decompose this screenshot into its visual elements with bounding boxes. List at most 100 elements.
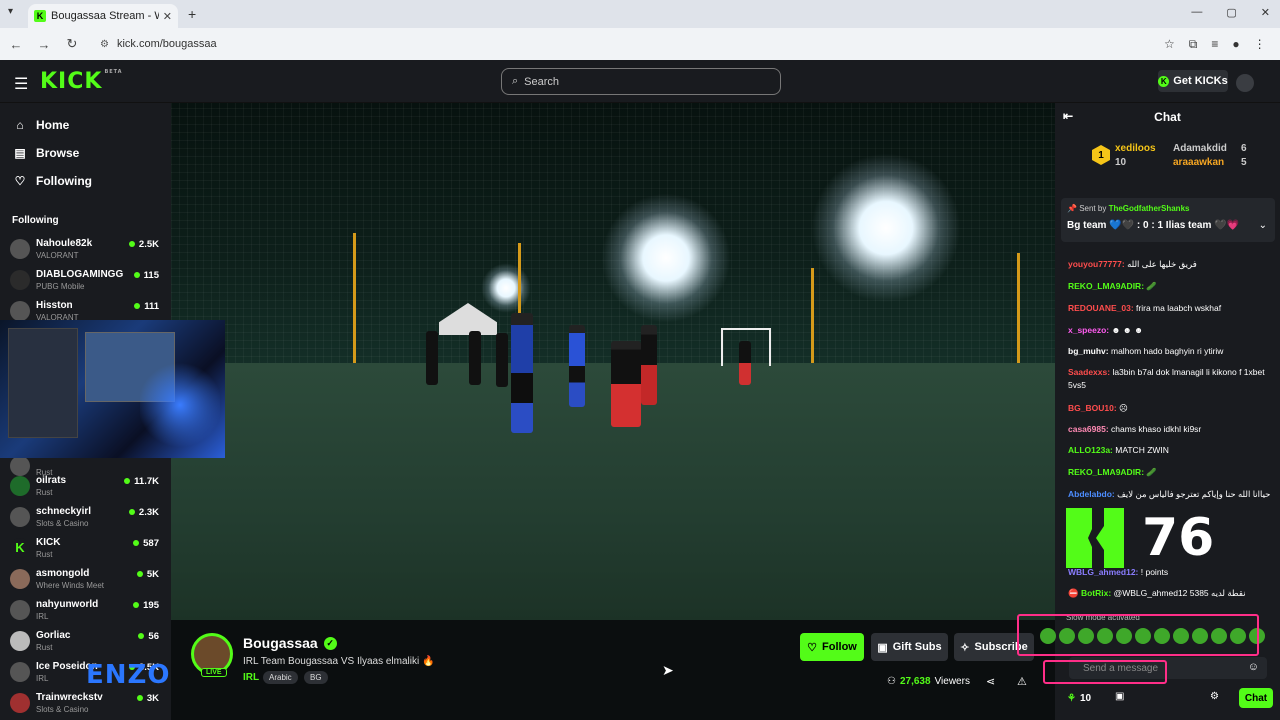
avatar — [10, 662, 30, 682]
forward-icon[interactable]: → — [32, 37, 56, 52]
spectator — [469, 331, 481, 385]
share-icon[interactable]: ⋖ — [986, 675, 995, 688]
followed-channel[interactable]: DIABLOGAMINGG PUBG Mobile 115 — [10, 266, 165, 294]
emote-icon: ☹ — [1119, 403, 1128, 413]
chat-message: REKO_LMA9ADIR: 🥒 — [1068, 281, 1157, 291]
kick-logo-icon: K — [10, 538, 30, 558]
followed-channel[interactable]: Trainwreckstv Slots & Casino 3K — [10, 689, 165, 717]
gift-leaderboard: 1 xediloos 10 Adamakdid 6 araaawkan 5 — [1055, 131, 1280, 189]
pinned-message[interactable]: 📌 Sent by TheGodfatherShanks Bg team 💙🖤 … — [1061, 198, 1275, 242]
profile-icon[interactable]: ● — [1232, 37, 1239, 52]
player — [511, 313, 533, 433]
address-bar[interactable]: ⚙ kick.com/bougassaa — [94, 32, 1154, 56]
kicks-coin-icon: K — [1158, 75, 1170, 87]
sidebar-item-home[interactable]: ⌂ Home — [0, 111, 171, 139]
tab-title: Bougassaa Stream - Watch — [51, 10, 159, 22]
followed-channel[interactable]: K KICK Rust 587 — [10, 534, 165, 562]
followed-channel[interactable]: asmongold Where Winds Meet 5K — [10, 565, 165, 593]
kick-favicon-icon: K — [34, 10, 46, 22]
pinned-text: Bg team 💙🖤 : 0 : 1 Ilias team 🖤💗 — [1067, 220, 1240, 231]
tab-search-icon[interactable]: ▾ — [8, 6, 13, 17]
video-player[interactable] — [171, 103, 1055, 620]
spectator — [496, 333, 508, 387]
stream-tag[interactable]: Arabic — [263, 671, 298, 684]
spectator — [426, 331, 438, 385]
followed-channel[interactable]: oilrats Rust 11.7K — [10, 472, 165, 500]
followed-channel[interactable]: Gorliac Rust 56 — [10, 627, 165, 655]
sidebar-item-following[interactable]: ♡ Following — [0, 167, 171, 195]
following-section-title: Following — [12, 215, 59, 226]
chat-send-button[interactable]: Chat — [1239, 688, 1273, 708]
collapse-chat-icon[interactable]: ⇤ — [1063, 109, 1073, 123]
emote-icon: 🥒 — [1146, 281, 1157, 291]
stream-category[interactable]: IRL — [243, 672, 259, 683]
close-tab-icon[interactable]: ✕ — [163, 10, 172, 23]
kick-logo[interactable]: KICK BETA — [40, 69, 123, 94]
stream-title: IRL Team Bougassaa VS Ilyaas elmaliki 🔥 — [243, 656, 435, 667]
emoji-picker-icon[interactable]: ☺ — [1248, 661, 1259, 673]
chat-message: x_speezo: ☻ ☻ ☻ — [1068, 325, 1144, 335]
site-info-icon[interactable]: ⚙ — [100, 39, 109, 50]
url-text: kick.com/bougassaa — [116, 38, 217, 50]
avatar — [10, 239, 30, 259]
bot-icon: ⛔ — [1068, 588, 1081, 598]
avatar — [10, 507, 30, 527]
chat-message: casa6985: chams khaso idkhl ki9sr — [1068, 424, 1202, 434]
report-icon[interactable]: ⚠ — [1017, 675, 1027, 688]
live-badge: LIVE — [201, 668, 227, 677]
media-controls-icon[interactable]: ≡ — [1211, 37, 1218, 52]
floodlight — [811, 153, 961, 303]
maximize-icon[interactable]: ▢ — [1226, 6, 1236, 19]
streamer-name[interactable]: Bougassaa ✓ — [243, 635, 337, 651]
search-input[interactable]: ⌕ Search — [501, 68, 781, 95]
follow-button[interactable]: ♡ Follow — [800, 633, 864, 661]
star-icon: ✧ — [960, 641, 970, 654]
new-tab-icon[interactable]: + — [188, 6, 196, 22]
chat-message: bg_muhv: malhom hado baghyin ri ytiriw — [1068, 346, 1224, 356]
gift-subs-button[interactable]: ▣ Gift Subs — [871, 633, 948, 661]
followed-channel[interactable]: Nahoule82k VALORANT 2.5K — [10, 235, 165, 263]
sidebar-item-browse[interactable]: ▤ Browse — [0, 139, 171, 167]
pole — [353, 233, 356, 363]
window-controls: — ▢ ✕ — [1191, 6, 1270, 19]
chevron-down-icon[interactable]: ⌄ — [1259, 220, 1267, 231]
followed-channel[interactable]: schneckyirl Slots & Casino 2.3K — [10, 503, 165, 531]
pinned-by: 📌 Sent by TheGodfatherShanks — [1067, 204, 1190, 213]
chat-message: ALLO123a: MATCH ZWIN — [1068, 445, 1169, 455]
gift-icon: ▣ — [877, 641, 888, 654]
avatar — [10, 569, 30, 589]
chat-message: REKO_LMA9ADIR: 🥒 — [1068, 467, 1157, 477]
rgb-glow — [140, 360, 220, 450]
chat-message: ⛔ BotRix: @WBLG_ahmed12 5385 نقطة لديه — [1068, 588, 1246, 598]
settings-gear-icon[interactable]: ⚙ — [1210, 691, 1219, 702]
channel-points[interactable]: ⚘ 10 — [1067, 693, 1091, 704]
viewers-icon: ⚇ — [887, 676, 896, 687]
enzo-overlay-logo: ENZO — [86, 660, 171, 690]
player — [739, 341, 751, 385]
gift-icon[interactable]: ▣ — [1115, 691, 1124, 702]
chat-message: REDOUANE_03: frira ma laabch wskhaf — [1068, 303, 1222, 313]
browser-tab-strip: ▾ K Bougassaa Stream - Watch ✕ + — ▢ ✕ — [0, 0, 1280, 28]
hamburger-menu-icon[interactable]: ☰ — [14, 74, 28, 94]
browser-tab[interactable]: K Bougassaa Stream - Watch ✕ — [28, 4, 178, 28]
avatar — [10, 600, 30, 620]
bookmark-star-icon[interactable]: ☆ — [1164, 37, 1175, 52]
reload-icon[interactable]: ↻ — [60, 36, 84, 52]
stream-tag[interactable]: BG — [304, 671, 328, 684]
viewer-count: ⚇ 27,638 Viewers — [887, 676, 970, 687]
followed-channel[interactable]: nahyunworld IRL 195 — [10, 596, 165, 624]
close-window-icon[interactable]: ✕ — [1261, 6, 1270, 19]
pole — [811, 268, 814, 363]
back-icon[interactable]: ← — [4, 37, 28, 52]
minimize-icon[interactable]: — — [1191, 6, 1202, 19]
player — [641, 325, 657, 405]
chat-message: WBLG_ahmed12: ! points — [1068, 567, 1169, 577]
avatar — [10, 270, 30, 290]
chat-message: Abdelabdo: حياانا الله حنا وإياكم تعترجو… — [1068, 489, 1271, 499]
user-avatar[interactable] — [1236, 74, 1254, 92]
get-kicks-button[interactable]: K Get KICKs — [1158, 70, 1228, 92]
pin-icon: 📌 — [1067, 204, 1080, 213]
extensions-icon[interactable]: ⧉ — [1189, 37, 1198, 52]
chat-message: Saadexxs: la3bin b7al dok lmanagil li ki… — [1068, 367, 1265, 390]
menu-icon[interactable]: ⋮ — [1254, 37, 1266, 52]
